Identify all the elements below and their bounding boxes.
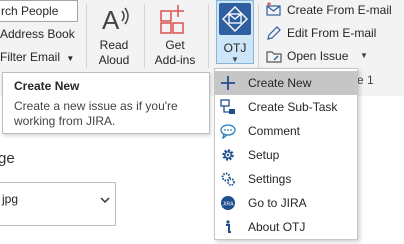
otj-label: OTJ: [223, 41, 247, 55]
ribbon-separator: [144, 4, 145, 68]
menu-item-label: Create Sub-Task: [248, 100, 338, 114]
create-from-email-label: Create From E-mail: [287, 3, 392, 17]
comment-icon: [220, 124, 236, 139]
dropdown-value: jpg: [2, 192, 19, 206]
otj-icon: [219, 3, 251, 35]
envelope-plus-icon: [266, 2, 281, 16]
menu-item-label: Comment: [248, 124, 301, 138]
otj-menu-button[interactable]: OTJ ▼: [216, 0, 254, 64]
menu-item-setup[interactable]: Setup: [215, 143, 357, 167]
filter-email-button[interactable]: Filter Email ▼: [0, 50, 74, 64]
menu-item-label: About OTJ: [248, 220, 306, 234]
read-aloud-label-2: Aloud: [98, 53, 130, 67]
open-issue-icon: [266, 51, 282, 63]
menu-item-comment[interactable]: Comment: [215, 119, 357, 143]
svg-text:JIRA: JIRA: [223, 202, 235, 208]
otj-dropdown-menu: Create New Create Sub-Task Comment Setup…: [214, 68, 358, 240]
get-addins-button[interactable]: Get Add-ins: [148, 0, 202, 70]
pencil-icon: [267, 26, 281, 40]
menu-item-about-otj[interactable]: About OTJ: [215, 215, 357, 239]
chevron-down-icon: ▼: [231, 55, 239, 64]
edit-from-email-label: Edit From E-mail: [287, 26, 377, 40]
chevron-down-icon: ▼: [360, 51, 368, 60]
open-issue-button[interactable]: Open Issue ▼: [266, 48, 402, 66]
info-icon: [226, 220, 231, 233]
menu-item-label: Create New: [248, 76, 312, 90]
get-addins-label-2: Add-ins: [154, 53, 196, 67]
search-people-text: rch People: [1, 4, 59, 18]
address-book-button[interactable]: Address Book: [0, 27, 75, 41]
read-aloud-icon: A: [102, 5, 129, 35]
create-from-email-button[interactable]: Create From E-mail: [266, 2, 402, 20]
tooltip: Create New Create a new issue as if you'…: [2, 72, 210, 134]
search-people-input[interactable]: rch People: [0, 0, 78, 22]
edit-from-email-button[interactable]: Edit From E-mail: [266, 25, 402, 43]
tooltip-body: Create a new issue as if you're working …: [14, 99, 178, 128]
chevron-down-icon: ▼: [66, 54, 75, 63]
menu-item-go-to-jira[interactable]: JIRA Go to JIRA: [215, 191, 357, 215]
ribbon-separator: [258, 4, 259, 68]
menu-item-label: Go to JIRA: [248, 196, 307, 210]
section-heading: ge: [0, 150, 15, 167]
chevron-down-icon: [100, 197, 110, 204]
settings-icon: [221, 172, 235, 186]
tooltip-title: Create New: [14, 79, 80, 93]
menu-item-label: Settings: [248, 172, 292, 186]
gear-icon: [222, 149, 234, 161]
read-aloud-label-1: Read: [99, 38, 129, 52]
group-caption: e 1: [357, 73, 374, 87]
svg-text:A: A: [102, 5, 120, 35]
menu-item-label: Setup: [248, 148, 280, 162]
menu-item-create-sub-task[interactable]: Create Sub-Task: [215, 95, 357, 119]
address-book-label: Address Book: [0, 27, 75, 41]
open-issue-label: Open Issue: [287, 49, 349, 63]
menu-item-settings[interactable]: Settings: [215, 167, 357, 191]
ribbon-separator: [86, 4, 87, 68]
filter-email-label: Filter Email: [0, 50, 61, 64]
menu-item-create-new[interactable]: Create New: [215, 71, 357, 95]
file-type-dropdown[interactable]: jpg: [0, 182, 116, 226]
ribbon-separator: [208, 4, 209, 68]
get-addins-label-1: Get: [165, 38, 185, 52]
addins-icon: [160, 5, 184, 34]
plus-icon: [221, 76, 235, 90]
jira-icon: JIRA: [221, 196, 235, 210]
subtask-icon: [220, 99, 235, 114]
read-aloud-button[interactable]: A Read Aloud: [90, 0, 138, 70]
